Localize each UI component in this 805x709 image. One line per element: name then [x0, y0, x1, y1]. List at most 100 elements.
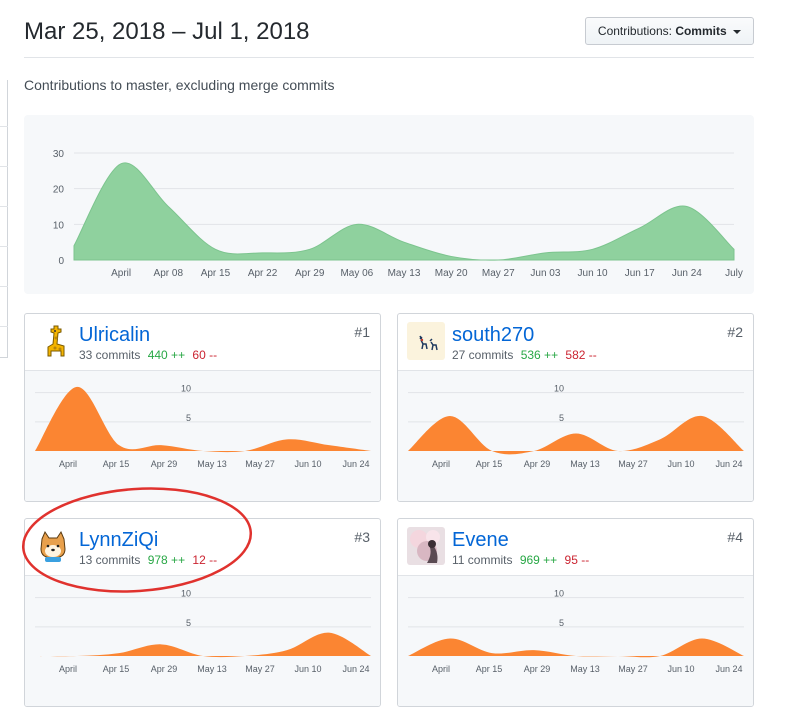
deer-avatar[interactable]	[407, 322, 445, 360]
x-tick-label: April	[59, 664, 77, 674]
x-tick-label: Apr 15	[103, 664, 130, 674]
y-tick-label: 10	[53, 220, 65, 231]
contributions-select-value: Commits	[675, 24, 727, 38]
contributor-card: Ulricalin 33 commits 440 ++ 60 -- #1 10 5…	[24, 313, 381, 502]
y-tick-label: 5	[559, 618, 564, 628]
x-tick-label: Apr 29	[151, 459, 178, 469]
contributor-graph[interactable]: 10 5 April Apr 15 Apr 29 May 13 May 27 Jun 10 Ju…	[25, 576, 380, 706]
contributor-card-header: Ulricalin 33 commits 440 ++ 60 -- #1	[25, 314, 380, 371]
x-tick-label: May 27	[245, 664, 275, 674]
x-tick-label: Jun 24	[342, 664, 369, 674]
y-tick-label: 10	[181, 384, 191, 394]
x-tick-label: April	[432, 459, 450, 469]
contributor-rank: #4	[727, 529, 743, 545]
x-tick-label: Apr 15	[201, 268, 231, 279]
contributor-commits-area	[35, 632, 371, 658]
commit-count: 27 commits	[452, 348, 514, 362]
additions-count: 969 ++	[519, 553, 558, 567]
contributor-commits-area	[35, 386, 371, 453]
date-range-title: Mar 25, 2018 – Jul 1, 2018	[24, 18, 310, 45]
shiba-avatar[interactable]	[34, 527, 72, 565]
x-tick-label: May 13	[197, 459, 227, 469]
deletions-count: 12 --	[192, 553, 218, 567]
x-tick-label: Jun 24	[715, 664, 742, 674]
deletions-count: 582 --	[565, 348, 597, 362]
y-tick-label: 5	[559, 413, 564, 423]
x-tick-label: April	[59, 459, 77, 469]
contributions-type-select[interactable]: Contributions: Commits	[584, 17, 754, 45]
x-tick-label: Jun 24	[672, 268, 702, 279]
commits-area	[73, 162, 735, 261]
graph-header: Mar 25, 2018 – Jul 1, 2018 Contributions…	[24, 0, 754, 58]
x-tick-label: July	[725, 268, 743, 279]
additions-count: 440 ++	[147, 348, 186, 362]
x-tick-label: May 27	[245, 459, 275, 469]
contributor-commits-area	[408, 638, 744, 658]
left-sidebar-edge	[0, 80, 8, 358]
x-tick-label: May 27	[482, 268, 515, 279]
contributor-rank: #2	[727, 324, 743, 340]
contributor-stats: 11 commits 969 ++ 95 --	[452, 553, 589, 567]
x-tick-label: Jun 24	[342, 459, 369, 469]
contributor-card-header: LynnZiQi 13 commits 978 ++ 12 -- #3	[25, 519, 380, 576]
contributor-rank: #1	[354, 324, 370, 340]
x-tick-label: Apr 15	[476, 664, 503, 674]
x-tick-label: May 13	[570, 459, 600, 469]
contributor-name-link[interactable]: Ulricalin	[79, 324, 150, 347]
x-tick-label: Jun 17	[625, 268, 655, 279]
x-tick-label: April	[111, 268, 131, 279]
y-tick-label: 10	[554, 384, 564, 394]
x-tick-label: Apr 15	[476, 459, 503, 469]
x-tick-label: Apr 15	[103, 459, 130, 469]
contributor-graph[interactable]: 10 5 April Apr 15 Apr 29 May 13 May 27 Jun 10 Ju…	[25, 371, 380, 501]
contributor-name-link[interactable]: LynnZiQi	[79, 529, 158, 552]
contributor-name-link[interactable]: Evene	[452, 529, 509, 552]
x-tick-label: May 13	[388, 268, 421, 279]
commit-count: 11 commits	[452, 553, 513, 567]
commit-count: 13 commits	[79, 553, 141, 567]
y-tick-label: 20	[53, 185, 65, 196]
contributor-graph-svg: 10 5 April Apr 15 Apr 29 May 13 May 27 Jun 10 Ju…	[35, 384, 371, 469]
contributor-graph-svg: 10 5 April Apr 15 Apr 29 May 13 May 27 Jun 10 Ju…	[35, 589, 371, 674]
contributor-rank: #3	[354, 529, 370, 545]
x-tick-label: Jun 24	[715, 459, 742, 469]
contributor-card-header: Evene 11 commits 969 ++ 95 -- #4	[398, 519, 753, 576]
contributor-card-header: south270 27 commits 536 ++ 582 -- #2	[398, 314, 753, 371]
contributor-graph-svg: 10 5 April Apr 15 Apr 29 May 13 May 27 Jun 10 Ju…	[408, 384, 744, 469]
commit-count: 33 commits	[79, 348, 141, 362]
y-tick-label: 5	[186, 618, 191, 628]
contributor-card: Evene 11 commits 969 ++ 95 -- #4 10 5 Apri…	[397, 518, 754, 707]
contributor-graph[interactable]: 10 5 April Apr 15 Apr 29 May 13 May 27 Jun 10 Ju…	[398, 576, 753, 706]
x-tick-label: Apr 29	[524, 664, 551, 674]
x-tick-label: Apr 29	[295, 268, 325, 279]
x-tick-label: Apr 29	[151, 664, 178, 674]
x-tick-label: May 27	[618, 664, 648, 674]
contributor-graph[interactable]: 10 5 April Apr 15 Apr 29 May 13 May 27 Jun 10 Ju…	[398, 371, 753, 501]
x-tick-label: May 20	[435, 268, 468, 279]
additions-count: 536 ++	[520, 348, 559, 362]
contributor-stats: 27 commits 536 ++ 582 --	[452, 348, 597, 362]
x-tick-label: Apr 08	[154, 268, 184, 279]
x-tick-label: Jun 10	[294, 664, 321, 674]
y-tick-label: 10	[181, 589, 191, 599]
x-tick-label: Jun 10	[667, 459, 694, 469]
contributors-page: Mar 25, 2018 – Jul 1, 2018 Contributions…	[0, 0, 805, 709]
contributor-graph-svg: 10 5 April Apr 15 Apr 29 May 13 May 27 Jun 10 Ju…	[408, 589, 744, 674]
main-contributions-graph[interactable]: 30 20 10 0 April Apr 08 Apr 15 Apr 22 Apr 29 May …	[24, 115, 754, 294]
y-tick-label: 0	[58, 256, 64, 267]
x-tick-label: May 27	[618, 459, 648, 469]
x-tick-label: May 13	[197, 664, 227, 674]
contributor-name-link[interactable]: south270	[452, 324, 534, 347]
giraffe-avatar[interactable]	[34, 322, 72, 360]
blossom-avatar[interactable]	[407, 527, 445, 565]
main-graph-svg: 30 20 10 0 April Apr 08 Apr 15 Apr 22 Apr 29 May …	[53, 149, 743, 279]
x-tick-label: Apr 29	[524, 459, 551, 469]
x-tick-label: Jun 10	[667, 664, 694, 674]
x-tick-label: May 06	[340, 268, 373, 279]
x-tick-label: May 13	[570, 664, 600, 674]
y-tick-label: 30	[53, 149, 65, 160]
contributor-stats: 13 commits 978 ++ 12 --	[79, 553, 217, 567]
y-tick-label: 5	[186, 413, 191, 423]
deletions-count: 60 --	[192, 348, 218, 362]
x-tick-label: Jun 10	[578, 268, 608, 279]
